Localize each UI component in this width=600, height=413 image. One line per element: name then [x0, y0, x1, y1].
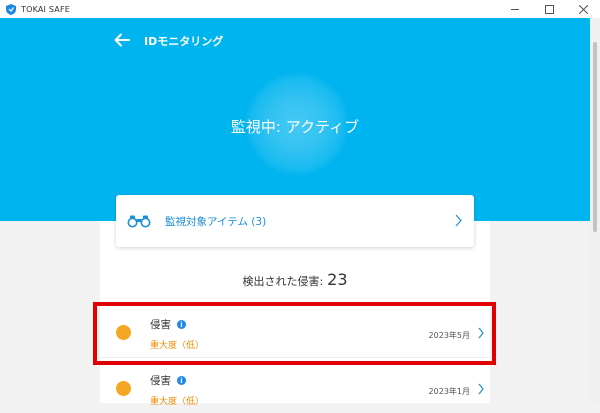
- breach-title: 侵害 i: [150, 317, 186, 332]
- breach-date: 2023年1月: [428, 387, 470, 396]
- window-titlebar: TOKAI SAFE: [0, 0, 600, 19]
- app-title: TOKAI SAFE: [21, 4, 71, 14]
- minimize-icon: [511, 8, 519, 10]
- chevron-right-icon: [478, 383, 484, 395]
- detected-breaches-label: 検出された侵害:: [242, 275, 324, 288]
- breach-severity: 重大度（低）: [150, 397, 205, 407]
- binoculars-icon: [127, 215, 151, 228]
- window-controls: [498, 0, 600, 18]
- page-title: IDモニタリング: [144, 35, 224, 48]
- chevron-right-icon: [478, 327, 484, 339]
- back-button[interactable]: [114, 33, 130, 47]
- detected-breaches-summary: 検出された侵害: 23: [100, 270, 490, 289]
- chevron-right-icon: [455, 214, 462, 227]
- watched-items-label: 監視対象アイテム (3): [165, 215, 267, 228]
- breach-list-item[interactable]: 侵害 i 重大度（低） 2023年1月: [100, 361, 490, 413]
- shield-logo-icon: [6, 3, 16, 15]
- info-icon[interactable]: i: [177, 320, 186, 329]
- breach-title-text: 侵害: [150, 375, 171, 387]
- close-icon: [578, 4, 588, 14]
- breach-date: 2023年5月: [428, 331, 470, 340]
- severity-indicator: [116, 381, 131, 396]
- breach-title: 侵害 i: [150, 373, 186, 388]
- minimize-button[interactable]: [498, 0, 532, 18]
- monitoring-status: 監視中: アクティブ: [230, 118, 360, 136]
- maximize-icon: [544, 4, 554, 14]
- maximize-button[interactable]: [532, 0, 566, 18]
- watched-items-card[interactable]: 監視対象アイテム (3): [116, 195, 474, 247]
- breach-list-item[interactable]: 侵害 i 重大度（低） 2023年5月: [100, 305, 490, 358]
- severity-indicator: [116, 325, 131, 340]
- breach-severity: 重大度（低）: [150, 341, 205, 351]
- scrollbar-thumb[interactable]: [593, 42, 597, 232]
- info-icon[interactable]: i: [177, 376, 186, 385]
- scrollbar[interactable]: [590, 18, 600, 403]
- close-button[interactable]: [566, 0, 600, 18]
- status-header: IDモニタリング 監視中: アクティブ: [0, 18, 590, 221]
- breach-title-text: 侵害: [150, 319, 171, 331]
- detected-breaches-count: 23: [327, 270, 348, 289]
